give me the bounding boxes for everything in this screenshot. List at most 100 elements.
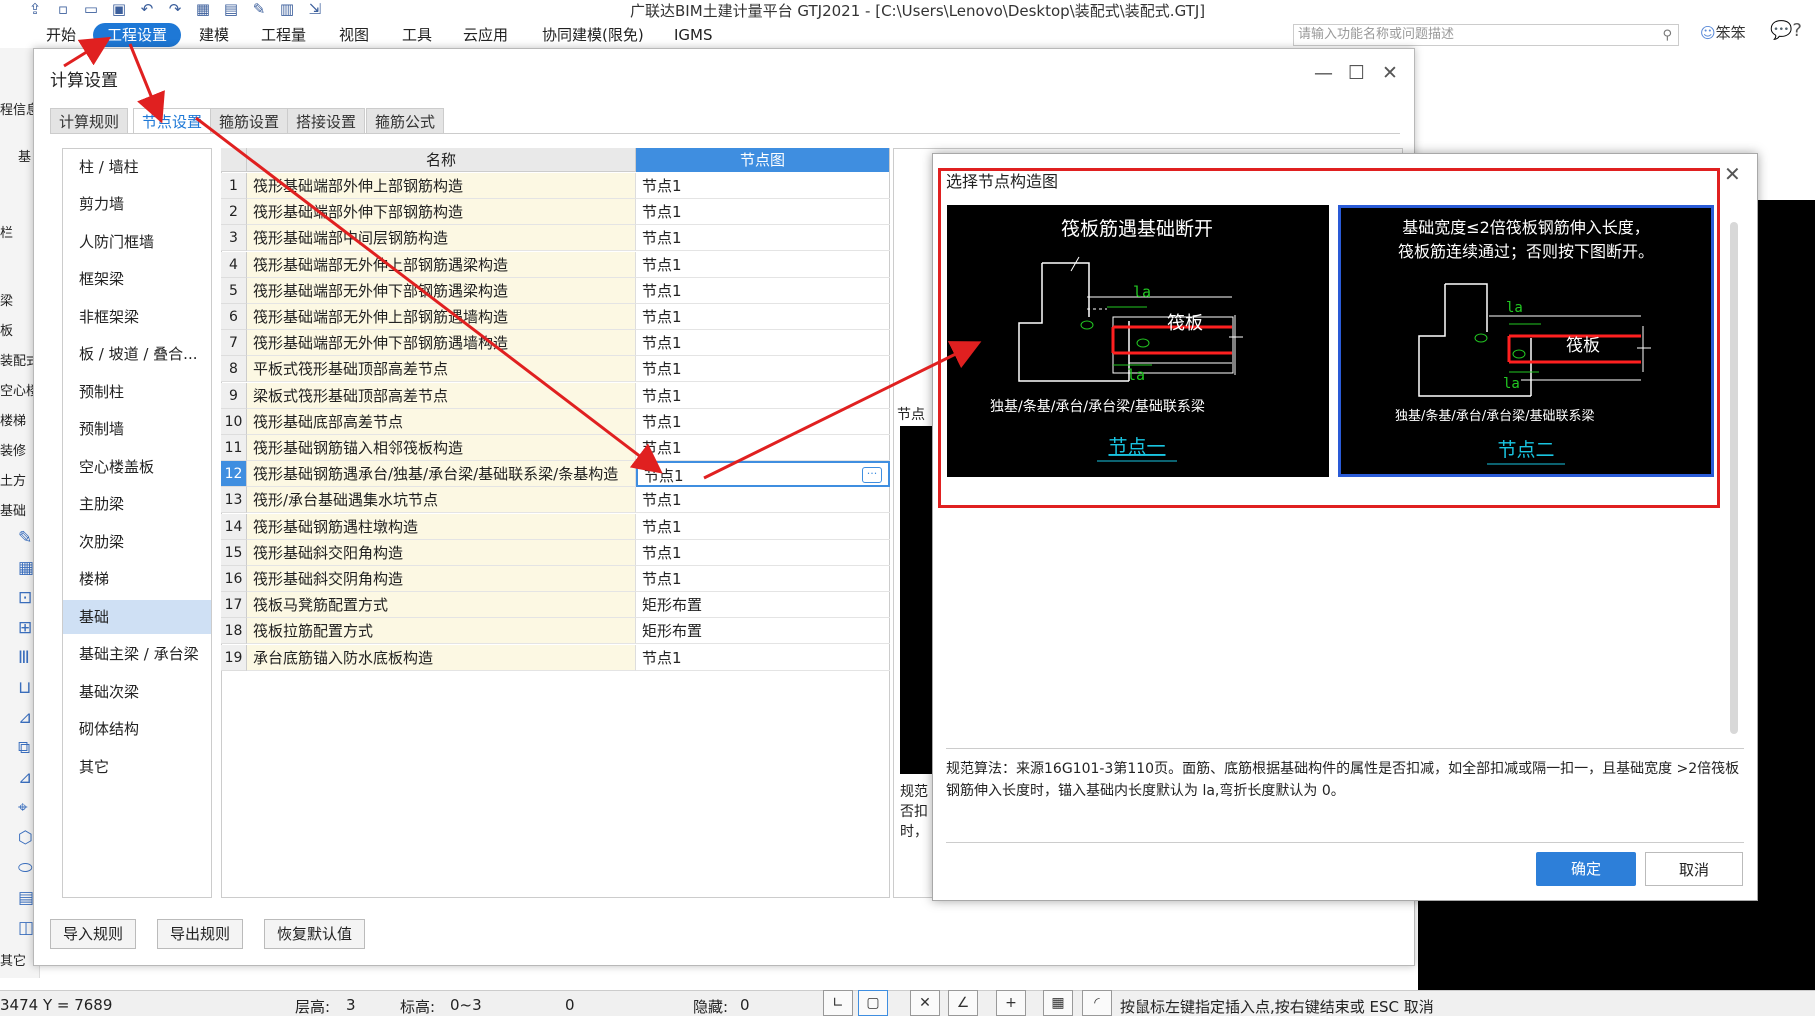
pen-icon[interactable]: ✎ <box>248 0 270 18</box>
cancel-button[interactable]: 取消 <box>1645 852 1743 886</box>
category-item[interactable]: 非框架梁 <box>63 300 211 334</box>
left-label-beam[interactable]: 梁 <box>0 290 13 309</box>
function-search-input[interactable]: 请输入功能名称或问题描述 ⚲ <box>1293 24 1679 46</box>
menu-view[interactable]: 视图 <box>329 23 379 47</box>
row-node-cell[interactable]: 矩形布置 <box>636 618 890 645</box>
help-area[interactable]: 💬? <box>1770 20 1802 41</box>
minimize-button[interactable]: — <box>1314 62 1333 84</box>
layer-tool-icon[interactable]: ⧉ <box>18 738 30 758</box>
category-item[interactable]: 人防门框墙 <box>63 225 211 259</box>
row-node-cell[interactable]: 节点1 <box>636 225 890 252</box>
help-icon[interactable]: ? <box>1792 20 1802 41</box>
open-folder-icon[interactable]: ▭ <box>80 0 102 18</box>
cross-snap-icon[interactable]: ✕ <box>910 990 940 1016</box>
category-item[interactable]: 砌体结构 <box>63 712 211 746</box>
row-node-cell[interactable]: 节点1 <box>636 304 890 330</box>
row-name-cell[interactable]: 筏形基础斜交阴角构造 <box>247 566 636 592</box>
row-node-cell[interactable]: 节点1 <box>636 330 890 357</box>
table-row[interactable]: 14 筏形基础钢筋遇柱墩构造 节点1 <box>221 513 890 540</box>
row-name-cell[interactable]: 筏形基础端部无外伸下部钢筋遇墙构造 <box>247 330 636 357</box>
left-label-stairs[interactable]: 楼梯 <box>0 410 26 429</box>
menu-tools[interactable]: 工具 <box>392 23 442 47</box>
row-node-cell[interactable]: 矩形布置 <box>636 592 890 619</box>
row-name-cell[interactable]: 筏形基础底部高差节点 <box>247 408 636 435</box>
category-item[interactable]: 预制柱 <box>63 375 211 409</box>
left-label-decoration[interactable]: 装修 <box>0 440 26 459</box>
row-name-cell[interactable]: 筏形基础端部无外伸下部钢筋遇梁构造 <box>247 277 636 304</box>
row-name-cell[interactable]: 筏形基础端部无外伸上部钢筋遇墙构造 <box>247 304 636 330</box>
row-name-cell[interactable]: 筏形基础斜交阳角构造 <box>247 539 636 566</box>
box-tool-icon[interactable]: ⊞ <box>18 618 32 638</box>
table-row[interactable]: 4 筏形基础端部无外伸上部钢筋遇梁构造 节点1 <box>221 251 890 278</box>
export-icon[interactable]: ⇲ <box>304 0 326 18</box>
category-item[interactable]: 柱 / 墙柱 <box>63 150 211 184</box>
table-row[interactable]: 13 筏形/承台基础遇集水坑节点 节点1 <box>221 487 890 514</box>
menu-project-settings[interactable]: 工程设置 <box>93 23 182 47</box>
table-row[interactable]: 6 筏形基础端部无外伸上部钢筋遇墙构造 节点1 <box>221 304 890 330</box>
undo-icon[interactable]: ↶ <box>136 0 158 18</box>
grid-header-name[interactable]: 名称 <box>247 148 636 172</box>
row-name-cell[interactable]: 梁板式筏形基础顶部高差节点 <box>247 382 636 409</box>
table-row[interactable]: 2 筏形基础端部外伸下部钢筋构造 节点1 <box>221 199 890 226</box>
table-row[interactable]: 1 筏形基础端部外伸上部钢筋构造 节点1 <box>221 173 890 199</box>
category-item[interactable]: 次肋梁 <box>63 525 211 559</box>
ok-button[interactable]: 确定 <box>1536 852 1636 886</box>
grid-tool-icon[interactable]: ▦ <box>18 558 34 578</box>
drawing-icon[interactable]: ▤ <box>220 0 242 18</box>
row-name-cell[interactable]: 筏形基础钢筋锚入相邻筏板构造 <box>247 435 636 461</box>
ellipsis-button[interactable]: ··· <box>862 467 882 484</box>
row-node-cell[interactable]: 节点1 ··· <box>636 461 890 488</box>
save-icon[interactable]: ▣ <box>108 0 130 18</box>
row-node-cell[interactable]: 节点1 <box>636 514 890 540</box>
cube-tool-icon[interactable]: ⬡ <box>18 828 33 848</box>
close-button[interactable]: ✕ <box>1382 62 1398 84</box>
row-name-cell[interactable]: 筏形基础端部无外伸上部钢筋遇梁构造 <box>247 251 636 278</box>
row-name-cell[interactable]: 筏形/承台基础遇集水坑节点 <box>247 487 636 514</box>
category-item[interactable]: 预制墙 <box>63 412 211 446</box>
row-node-cell[interactable]: 节点1 <box>636 199 890 226</box>
frame-tool-icon[interactable]: ◫ <box>18 918 34 938</box>
left-label-earthwork[interactable]: 土方 <box>0 470 26 489</box>
tab-stirrup-settings[interactable]: 箍筋设置 <box>210 108 289 134</box>
table-row[interactable]: 17 筏板马凳筋配置方式 矩形布置 <box>221 592 890 619</box>
category-item[interactable]: 空心楼盖板 <box>63 450 211 484</box>
row-name-cell[interactable]: 承台底筋锚入防水底板构造 <box>247 644 636 671</box>
table-row[interactable]: 9 梁板式筏形基础顶部高差节点 节点1 <box>221 382 890 409</box>
row-node-cell[interactable]: 节点1 <box>636 278 890 304</box>
row-name-cell[interactable]: 筏板马凳筋配置方式 <box>247 592 636 619</box>
grid-header-node[interactable]: 节点图 <box>636 148 889 172</box>
category-item-selected[interactable]: 基础 <box>63 600 211 634</box>
import-rules-button[interactable]: 导入规则 <box>50 919 137 949</box>
category-item[interactable]: 主肋梁 <box>63 487 211 521</box>
grid-view-icon[interactable]: ▦ <box>192 0 214 18</box>
row-name-cell[interactable]: 筏板拉筋配置方式 <box>247 618 636 645</box>
table-row[interactable]: 5 筏形基础端部无外伸下部钢筋遇梁构造 节点1 <box>221 277 890 304</box>
table-icon[interactable]: ▥ <box>276 0 298 18</box>
pen-tool-icon[interactable]: ✎ <box>18 528 32 548</box>
menu-quantity[interactable]: 工程量 <box>251 23 316 47</box>
row-node-cell[interactable]: 节点1 <box>636 645 890 671</box>
table-row[interactable]: 15 筏形基础斜交阳角构造 节点1 <box>221 539 890 566</box>
tab-node-settings[interactable]: 节点设置 <box>133 108 212 134</box>
category-item[interactable]: 基础主梁 / 承台梁 <box>63 637 211 671</box>
category-item[interactable]: 框架梁 <box>63 262 211 296</box>
row-name-cell[interactable]: 平板式筏形基础顶部高差节点 <box>247 356 636 383</box>
user-account[interactable]: ☺笨笨 <box>1700 22 1746 43</box>
menu-igms[interactable]: IGMS <box>664 23 723 47</box>
row-node-cell[interactable]: 节点1 <box>636 173 890 199</box>
arc-snap-icon[interactable]: ◜ <box>1082 990 1112 1016</box>
wall-tool-icon[interactable]: ▤ <box>18 888 34 908</box>
row-name-cell[interactable]: 筏形基础端部外伸上部钢筋构造 <box>247 173 636 199</box>
row-node-cell[interactable]: 节点1 <box>636 383 890 409</box>
table-row[interactable]: 10 筏形基础底部高差节点 节点1 <box>221 408 890 435</box>
menu-start[interactable]: 开始 <box>36 23 86 47</box>
table-row[interactable]: 3 筏形基础端部中间层钢筋构造 节点1 <box>221 225 890 252</box>
row-name-cell[interactable]: 筏形基础端部中间层钢筋构造 <box>247 225 636 252</box>
tab-stirrup-formula[interactable]: 箍筋公式 <box>366 108 445 134</box>
row-name-cell[interactable]: 筏形基础钢筋遇柱墩构造 <box>247 513 636 540</box>
element-tool-icon[interactable]: ⊡ <box>18 588 32 608</box>
dynamic-input-icon[interactable]: ▦ <box>1043 990 1073 1016</box>
node-dialog-scrollbar[interactable] <box>1730 222 1738 734</box>
left-label-base[interactable]: 基 <box>18 146 31 165</box>
table-row-selected[interactable]: 12 筏形基础钢筋遇承台/独基/承台梁/基础联系梁/条基构造 节点1 ··· <box>221 461 890 488</box>
